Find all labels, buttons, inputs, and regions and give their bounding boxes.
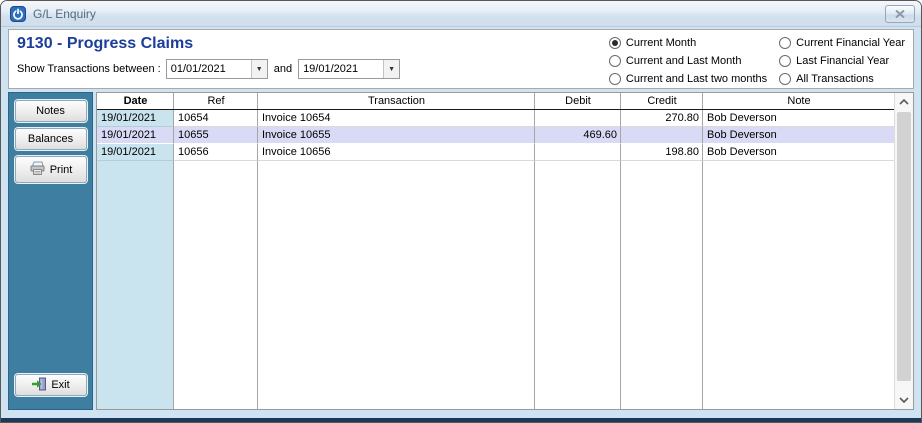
print-button[interactable]: Print: [14, 156, 87, 183]
close-button[interactable]: [885, 4, 915, 23]
notes-button-label: Notes: [36, 105, 65, 117]
radio-circle: [779, 55, 792, 67]
empty-date-column: [97, 161, 174, 409]
column-header-note: Note: [787, 95, 811, 107]
cell-ref: 10654: [174, 110, 258, 127]
radio-all-transactions[interactable]: All Transactions: [779, 70, 905, 88]
cell-transaction: Invoice 10654: [258, 110, 535, 127]
radio-current-and-last-month[interactable]: Current and Last Month: [608, 52, 767, 70]
scroll-up-button[interactable]: [895, 94, 913, 110]
exit-button[interactable]: Exit: [14, 374, 87, 396]
column-header-date: Date: [97, 93, 174, 109]
body: Notes Balances Print Exit Date Ref Trans…: [8, 92, 914, 410]
cell-debit: [535, 144, 621, 161]
cell-note: Bob Deverson: [703, 127, 894, 144]
column-header-credit: Credit: [621, 93, 703, 109]
page-title: 9130 - Progress Claims: [17, 35, 194, 52]
power-icon: [10, 5, 26, 22]
table-empty-area: [97, 161, 894, 409]
table-row[interactable]: 19/01/2021 10654 Invoice 10654 270.80 Bo…: [97, 110, 894, 127]
filter-label: Show Transactions between :: [17, 63, 161, 75]
cell-date: 19/01/2021: [97, 127, 174, 144]
empty-cell: [174, 161, 258, 409]
date-to-combobox[interactable]: 19/01/2021 ▼: [298, 59, 401, 79]
radio-last-financial-year[interactable]: Last Financial Year: [779, 52, 905, 70]
cell-note: Bob Deverson: [703, 144, 894, 161]
chevron-down-icon[interactable]: ▼: [250, 60, 267, 78]
cell-credit: 198.80: [621, 144, 703, 161]
radio-column-left: Current Month Current and Last Month Cur…: [608, 34, 768, 88]
radio-column-right: Current Financial Year Last Financial Ye…: [779, 34, 905, 88]
date-from-value: 01/01/2021: [170, 63, 226, 75]
conjunction-label: and: [273, 63, 293, 75]
scrollbar-thumb[interactable]: [897, 112, 911, 381]
cell-debit: [535, 110, 621, 127]
header-panel: 9130 - Progress Claims Show Transactions…: [8, 29, 914, 89]
empty-cell: [703, 161, 894, 409]
cell-date: 19/01/2021: [97, 110, 174, 127]
gl-enquiry-window: G/L Enquiry 9130 - Progress Claims Show …: [0, 0, 922, 423]
transactions-grid: Date Ref Transaction Debit Credit Note 1…: [97, 93, 894, 409]
table-header-row: Date Ref Transaction Debit Credit Note: [97, 93, 894, 110]
sidebar: Notes Balances Print Exit: [8, 92, 93, 410]
radio-circle: [608, 73, 621, 85]
cell-credit: 270.80: [621, 110, 703, 127]
printer-icon: [29, 161, 46, 179]
table-row[interactable]: 19/01/2021 10655 Invoice 10655 469.60 Bo…: [97, 127, 894, 144]
empty-cell: [621, 161, 703, 409]
exit-button-label: Exit: [51, 379, 70, 391]
table-row[interactable]: 19/01/2021 10656 Invoice 10656 198.80 Bo…: [97, 144, 894, 161]
column-header-debit: Debit: [535, 93, 621, 109]
window-bottom-edge: [1, 418, 921, 422]
column-header-transaction: Transaction: [258, 93, 535, 109]
cell-note: Bob Deverson: [703, 110, 894, 127]
scroll-down-button[interactable]: [895, 392, 913, 408]
window-title: G/L Enquiry: [33, 6, 96, 21]
radio-current-financial-year[interactable]: Current Financial Year: [779, 34, 905, 52]
window-frame: 9130 - Progress Claims Show Transactions…: [1, 27, 921, 418]
radio-current-month[interactable]: Current Month: [608, 34, 767, 52]
radio-label: Last Financial Year: [796, 55, 890, 67]
radio-label: Current Month: [625, 37, 697, 49]
date-from-combobox[interactable]: 01/01/2021 ▼: [165, 59, 268, 79]
exit-door-icon: [31, 377, 47, 394]
chevron-down-icon: [899, 397, 909, 403]
cell-ref: 10655: [174, 127, 258, 144]
vertical-scrollbar[interactable]: [894, 93, 913, 409]
titlebar[interactable]: G/L Enquiry: [1, 1, 921, 27]
radio-current-and-last-two-months[interactable]: Current and Last two months: [608, 70, 768, 88]
radio-label: Current Financial Year: [796, 37, 905, 49]
radio-label: Current and Last two months: [625, 73, 768, 85]
radio-label: Current and Last Month: [625, 55, 742, 67]
cell-ref: 10656: [174, 144, 258, 161]
empty-cell: [535, 161, 621, 409]
notes-button[interactable]: Notes: [14, 100, 87, 122]
close-icon: [895, 9, 905, 18]
radio-circle: [779, 73, 792, 85]
cell-transaction: Invoice 10655: [258, 127, 535, 144]
chevron-down-icon[interactable]: ▼: [383, 60, 400, 78]
period-radio-group: Current Month Current and Last Month Cur…: [608, 34, 905, 88]
radio-label: All Transactions: [796, 73, 874, 85]
balances-button[interactable]: Balances: [14, 128, 87, 150]
cell-transaction: Invoice 10656: [258, 144, 535, 161]
print-button-label: Print: [49, 163, 73, 176]
column-header-ref: Ref: [174, 93, 258, 109]
radio-circle: [608, 55, 621, 67]
transactions-table: Date Ref Transaction Debit Credit Note 1…: [96, 92, 914, 410]
cell-credit: [621, 127, 703, 144]
date-to-value: 19/01/2021: [303, 63, 359, 75]
cell-debit: 469.60: [535, 127, 621, 144]
balances-button-label: Balances: [27, 133, 74, 145]
date-filter-row: Show Transactions between : 01/01/2021 ▼…: [17, 59, 401, 79]
cell-date: 19/01/2021: [97, 144, 174, 161]
empty-cell: [258, 161, 535, 409]
chevron-up-icon: [899, 99, 909, 105]
radio-circle: [779, 37, 792, 49]
radio-circle: [608, 37, 621, 49]
